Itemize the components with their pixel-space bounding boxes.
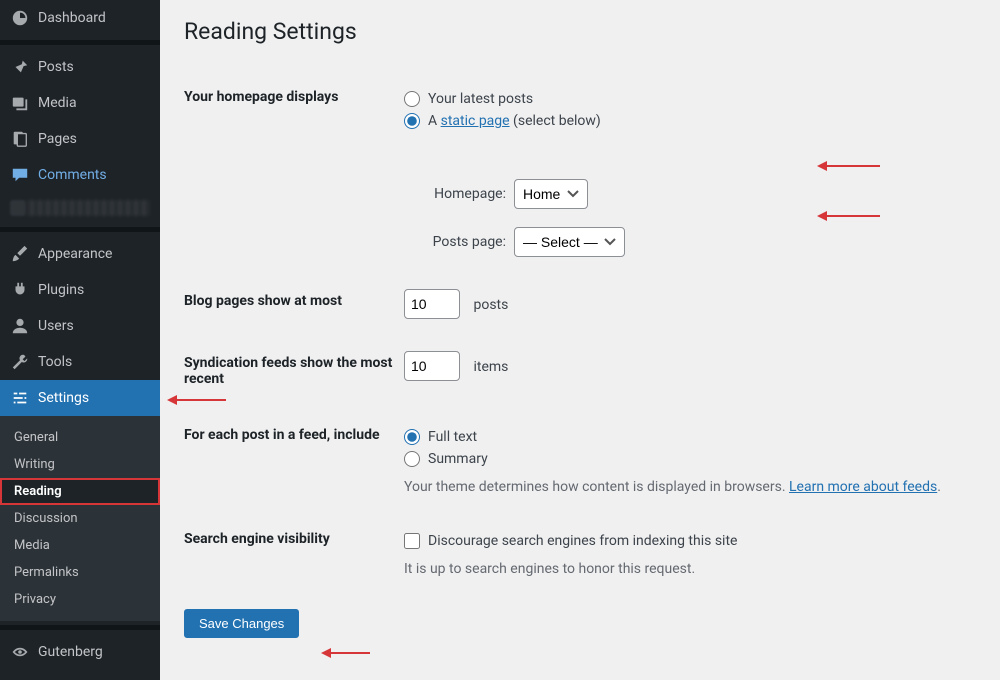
sidebar-item-posts[interactable]: Posts: [0, 49, 160, 85]
user-icon: [10, 316, 30, 336]
sidebar-item-tools[interactable]: Tools: [0, 344, 160, 380]
radio-latest-posts-row: Your latest posts: [404, 91, 976, 107]
submenu-permalinks[interactable]: Permalinks: [0, 559, 160, 586]
annotation-arrow-icon: [170, 399, 226, 401]
homepage-select[interactable]: Home: [514, 179, 588, 209]
save-button[interactable]: Save Changes: [184, 609, 299, 638]
posts-page-select-row: Posts page: — Select —: [428, 227, 976, 257]
pages-icon: [10, 129, 30, 149]
discourage-checkbox-row: Discourage search engines from indexing …: [404, 533, 976, 549]
settings-sliders-icon: [10, 388, 30, 408]
submenu-privacy[interactable]: Privacy: [0, 586, 160, 613]
sidebar-item-label: Plugins: [38, 282, 84, 298]
sidebar-item-label: Tools: [38, 354, 72, 370]
radio-full-text[interactable]: [404, 429, 420, 445]
syndication-heading: Syndication feeds show the most recent: [184, 335, 404, 407]
brush-icon: [10, 244, 30, 264]
custom-plugin-icon: [10, 200, 26, 216]
plugin-icon: [10, 280, 30, 300]
posts-page-select-label: Posts page:: [428, 234, 506, 250]
submenu-writing[interactable]: Writing: [0, 451, 160, 478]
gutenberg-icon: [10, 642, 30, 662]
sidebar-item-label: Gutenberg: [38, 644, 103, 660]
search-visibility-heading: Search engine visibility: [184, 511, 404, 593]
sidebar-item-label: Settings: [38, 390, 89, 406]
sidebar-item-label: Pages: [38, 131, 77, 147]
sidebar-item-plugins[interactable]: Plugins: [0, 272, 160, 308]
radio-full-text-row: Full text: [404, 429, 976, 445]
submenu-discussion[interactable]: Discussion: [0, 505, 160, 532]
radio-summary[interactable]: [404, 451, 420, 467]
sidebar-item-label: Appearance: [38, 246, 112, 262]
submenu-media[interactable]: Media: [0, 532, 160, 559]
sidebar-item-users[interactable]: Users: [0, 308, 160, 344]
radio-static-page-row: A static page (select below): [404, 113, 976, 129]
sidebar-item-label: Media: [38, 95, 77, 111]
static-page-link[interactable]: static page: [441, 113, 510, 129]
blog-pages-unit: posts: [473, 297, 508, 313]
settings-submenu: General Writing Reading Discussion Media…: [0, 416, 160, 621]
annotation-arrow-icon: [324, 652, 370, 654]
syndication-unit: items: [473, 359, 508, 375]
sidebar-item-obscured[interactable]: [0, 193, 160, 223]
annotation-arrow-icon: [820, 215, 880, 217]
sidebar-item-settings[interactable]: Settings: [0, 380, 160, 416]
media-icon: [10, 93, 30, 113]
page-title: Reading Settings: [184, 18, 976, 45]
blog-pages-input[interactable]: [404, 289, 460, 319]
feed-description: Your theme determines how content is dis…: [404, 479, 976, 495]
discourage-checkbox-label: Discourage search engines from indexing …: [428, 533, 737, 549]
sidebar-item-media[interactable]: Media: [0, 85, 160, 121]
homepage-select-row: Homepage: Home: [428, 179, 976, 209]
sidebar-item-label: Dashboard: [38, 10, 106, 26]
menu-separator: [0, 625, 160, 630]
settings-form: Your homepage displays Your latest posts…: [184, 69, 976, 593]
menu-separator: [0, 40, 160, 45]
admin-sidebar: Dashboard Posts Media Pages Comments App…: [0, 0, 160, 680]
homepage-select-label: Homepage:: [428, 186, 506, 202]
sidebar-item-label: Posts: [38, 59, 74, 75]
search-visibility-note: It is up to search engines to honor this…: [404, 561, 976, 577]
sidebar-item-pages[interactable]: Pages: [0, 121, 160, 157]
submenu-reading[interactable]: Reading: [0, 478, 160, 505]
sidebar-item-label: Comments: [38, 167, 107, 183]
sidebar-item-label: Users: [38, 318, 74, 334]
sidebar-item-comments[interactable]: Comments: [0, 157, 160, 193]
radio-latest-posts-label: Your latest posts: [428, 91, 533, 107]
pin-icon: [10, 57, 30, 77]
radio-summary-row: Summary: [404, 451, 976, 467]
obscured-label: [26, 200, 150, 216]
wrench-icon: [10, 352, 30, 372]
sidebar-item-gutenberg[interactable]: Gutenberg: [0, 634, 160, 670]
discourage-checkbox[interactable]: [404, 533, 420, 549]
dashboard-icon: [10, 8, 30, 28]
sidebar-item-appearance[interactable]: Appearance: [0, 236, 160, 272]
syndication-input[interactable]: [404, 351, 460, 381]
homepage-displays-heading: Your homepage displays: [184, 69, 404, 273]
learn-about-feeds-link[interactable]: Learn more about feeds: [789, 479, 937, 495]
content-area: Reading Settings Your homepage displays …: [160, 0, 1000, 680]
submenu-general[interactable]: General: [0, 424, 160, 451]
blog-pages-heading: Blog pages show at most: [184, 273, 404, 335]
annotation-arrow-icon: [820, 165, 880, 167]
comment-icon: [10, 165, 30, 185]
radio-static-page-label: A static page (select below): [428, 113, 601, 129]
posts-page-select[interactable]: — Select —: [514, 227, 625, 257]
sidebar-item-dashboard[interactable]: Dashboard: [0, 0, 160, 36]
radio-summary-label: Summary: [428, 451, 488, 467]
radio-full-text-label: Full text: [428, 429, 477, 445]
radio-latest-posts[interactable]: [404, 91, 420, 107]
feed-include-heading: For each post in a feed, include: [184, 407, 404, 511]
menu-separator: [0, 227, 160, 232]
radio-static-page[interactable]: [404, 113, 420, 129]
